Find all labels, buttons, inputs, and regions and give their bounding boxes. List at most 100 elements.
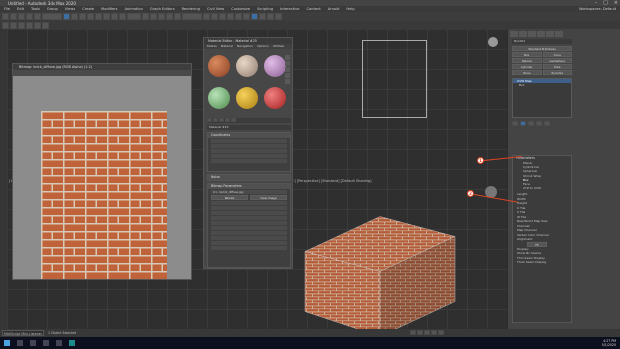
hierarchy-tab-icon[interactable] — [528, 31, 536, 37]
spinner-snap-icon[interactable] — [174, 13, 181, 20]
coordinates-rollout-header[interactable]: Coordinates — [208, 133, 290, 138]
rectangular-selection-icon[interactable] — [79, 13, 86, 20]
sample-slot-3[interactable] — [264, 55, 286, 77]
sample-slot-2[interactable] — [236, 55, 258, 77]
mapping-xyz-to-uvw[interactable]: XYZ to UVW — [523, 186, 571, 190]
sample-slot-4[interactable] — [208, 86, 230, 109]
material-editor-window[interactable]: Material Editor - Material #25 Modes Mat… — [203, 37, 293, 269]
schematic-view-icon[interactable] — [243, 13, 250, 20]
view-image-button[interactable]: View Image — [250, 195, 287, 200]
assign-material-icon[interactable] — [213, 118, 218, 122]
render-setup-icon[interactable] — [259, 13, 266, 20]
ribbon-tool-3[interactable] — [18, 22, 25, 29]
show-map-in-viewport-icon[interactable] — [225, 118, 230, 122]
geosphere-button[interactable]: GeoSphere — [542, 58, 572, 63]
remove-modifier-icon[interactable] — [536, 121, 542, 126]
options-icon[interactable] — [285, 79, 290, 84]
cone-button[interactable]: Cone — [542, 52, 572, 57]
unlink-icon[interactable] — [26, 13, 33, 20]
rotate-icon[interactable] — [103, 13, 110, 20]
primitive-type-dropdown[interactable]: Standard Primitives — [512, 46, 572, 51]
windows-start-icon[interactable] — [4, 340, 10, 346]
viewcube-top-icon[interactable] — [488, 37, 498, 47]
brick-cube[interactable] — [300, 184, 460, 344]
create-tab-icon[interactable] — [510, 31, 518, 37]
thick-seam-display-radio[interactable]: Thick Seam Display — [517, 260, 571, 265]
make-unique-icon[interactable] — [528, 121, 534, 126]
percent-snap-icon[interactable] — [166, 13, 173, 20]
utilities-tab-icon[interactable] — [555, 31, 563, 37]
redo-icon[interactable] — [10, 13, 17, 20]
modify-tab-icon[interactable] — [519, 31, 527, 37]
tube-button[interactable]: Tube — [542, 64, 572, 69]
maxscript-listener[interactable]: MAXScript Mini-Listener — [2, 330, 44, 336]
placement-icon[interactable] — [119, 13, 126, 20]
pivot-center-icon[interactable] — [142, 13, 149, 20]
ribbon-tool-4[interactable] — [26, 22, 33, 29]
file-explorer-icon[interactable] — [43, 340, 49, 346]
bind-space-warp-icon[interactable] — [34, 13, 41, 20]
matmenu-navigation[interactable]: Navigation — [237, 44, 253, 49]
sample-slot-5[interactable] — [236, 86, 258, 109]
ribbon-tool-1[interactable] — [2, 22, 9, 29]
named-selection-icon[interactable] — [182, 13, 202, 20]
pin-stack-icon[interactable] — [512, 121, 518, 126]
bitmap-viewer-window[interactable]: Bitmap: brick_diffuse.jpg (RGB Alpha) (1… — [12, 63, 192, 280]
angle-snap-icon[interactable] — [158, 13, 165, 20]
snaps-toggle-icon[interactable] — [150, 13, 157, 20]
reset-map-icon[interactable] — [219, 118, 224, 122]
play-icon[interactable] — [424, 330, 430, 335]
sample-slot-6[interactable] — [264, 86, 286, 109]
reload-button[interactable]: Reload — [211, 195, 248, 200]
select-object-icon[interactable] — [63, 13, 70, 20]
material-editor-icon[interactable] — [251, 13, 258, 20]
task-view-icon[interactable] — [30, 340, 36, 346]
modifier-stack[interactable]: UVW Map Box — [512, 78, 572, 118]
previous-frame-icon[interactable] — [417, 330, 423, 335]
material-name-field[interactable]: Material #25 — [207, 125, 291, 130]
ribbon-tool-5[interactable] — [34, 22, 41, 29]
box-button[interactable]: Box — [512, 52, 542, 57]
next-frame-icon[interactable] — [431, 330, 437, 335]
ribbon-tool-6[interactable] — [42, 22, 49, 29]
browser-icon[interactable] — [56, 340, 62, 346]
go-to-start-icon[interactable] — [410, 330, 416, 335]
modifier-stack-box[interactable]: Box — [513, 83, 571, 87]
render-production-icon[interactable] — [275, 13, 282, 20]
selection-filter-icon[interactable] — [42, 13, 62, 20]
ribbon-tool-2[interactable] — [10, 22, 17, 29]
matmenu-modes[interactable]: Modes — [207, 44, 217, 49]
perspective-viewport-label[interactable]: [+] [Perspective] [Standard] [Default Sh… — [290, 179, 372, 183]
matmenu-material[interactable]: Material — [221, 44, 233, 49]
3ds-max-taskbar-icon[interactable] — [69, 340, 75, 346]
backlight-icon[interactable] — [285, 55, 290, 60]
go-to-end-icon[interactable] — [438, 330, 444, 335]
noise-rollout-header[interactable]: Noise — [208, 175, 290, 180]
bitmap-parameters-header[interactable]: Bitmap Parameters — [208, 184, 290, 189]
torus-button[interactable]: Torus — [512, 70, 542, 75]
select-by-name-icon[interactable] — [71, 13, 78, 20]
bitmap-path-button[interactable]: C:\...\brick_diffuse.jpg — [211, 190, 287, 194]
layer-explorer-icon[interactable] — [227, 13, 234, 20]
show-end-result-icon[interactable] — [520, 121, 526, 126]
configure-sets-icon[interactable] — [544, 121, 550, 126]
matmenu-options[interactable]: Options — [257, 44, 269, 49]
window-crossing-icon[interactable] — [87, 13, 94, 20]
undo-icon[interactable] — [2, 13, 9, 20]
search-icon[interactable] — [17, 340, 23, 346]
move-icon[interactable] — [95, 13, 102, 20]
reference-coordinate-icon[interactable] — [127, 13, 141, 20]
mirror-icon[interactable] — [203, 13, 210, 20]
motion-tab-icon[interactable] — [537, 31, 545, 37]
go-to-parent-icon[interactable] — [231, 118, 236, 122]
display-tab-icon[interactable] — [546, 31, 554, 37]
align-icon[interactable] — [211, 13, 218, 20]
link-icon[interactable] — [18, 13, 25, 20]
curve-editor-icon[interactable] — [235, 13, 242, 20]
scene-explorer-icon[interactable] — [219, 13, 226, 20]
get-material-icon[interactable] — [207, 118, 212, 122]
sample-slot-brick[interactable] — [208, 55, 230, 77]
background-icon[interactable] — [285, 61, 290, 66]
cylinder-button[interactable]: Cylinder — [512, 64, 542, 69]
pyramid-button[interactable]: Pyramid — [542, 70, 572, 75]
